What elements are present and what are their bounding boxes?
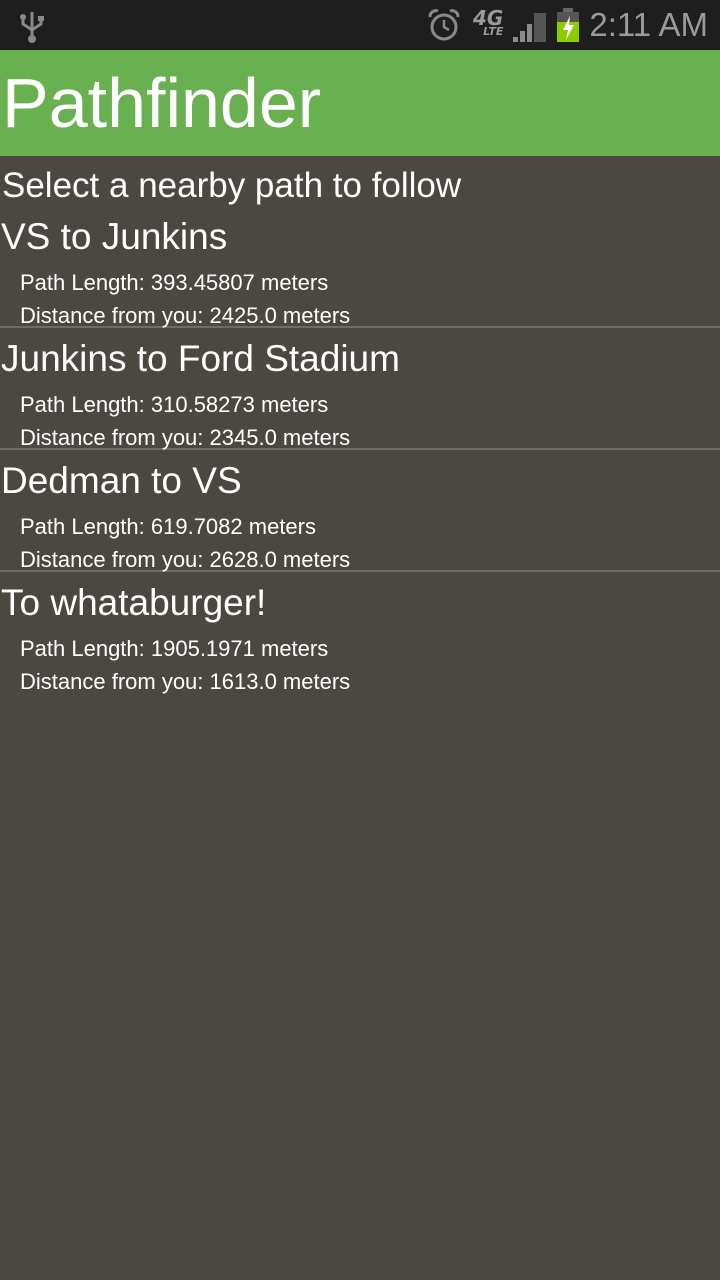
alarm-icon: [428, 9, 460, 41]
path-name: VS to Junkins: [1, 216, 228, 257]
app-title: Pathfinder: [2, 64, 322, 142]
path-length: Path Length: 619.7082 meters: [20, 514, 316, 539]
clock: 2:11 AM: [589, 6, 708, 43]
app-header: Pathfinder: [0, 50, 720, 156]
path-list: VS to Junkins Path Length: 393.45807 met…: [0, 206, 720, 694]
status-bar: 4G LTE 2:11 AM: [0, 0, 720, 50]
battery-charging-icon: [557, 8, 580, 42]
path-distance: Distance from you: 2425.0 meters: [20, 303, 351, 328]
network-label: 4G: [473, 6, 504, 30]
signal-icon: [513, 13, 547, 42]
network-sub-label: LTE: [483, 25, 504, 38]
network-type-indicator: 4G LTE: [473, 6, 504, 39]
path-name: To whataburger!: [1, 582, 267, 623]
path-list-item[interactable]: Junkins to Ford Stadium Path Length: 310…: [0, 328, 720, 450]
path-list-item[interactable]: To whataburger! Path Length: 1905.1971 m…: [0, 572, 720, 694]
usb-icon: [20, 12, 44, 43]
path-length: Path Length: 310.58273 meters: [20, 392, 329, 417]
path-distance: Distance from you: 2628.0 meters: [20, 547, 351, 572]
path-distance: Distance from you: 2345.0 meters: [20, 425, 351, 450]
path-list-item[interactable]: VS to Junkins Path Length: 393.45807 met…: [0, 206, 720, 328]
path-name: Dedman to VS: [1, 460, 242, 501]
path-length: Path Length: 393.45807 meters: [20, 270, 329, 295]
path-list-item[interactable]: Dedman to VS Path Length: 619.7082 meter…: [0, 450, 720, 572]
path-name: Junkins to Ford Stadium: [1, 338, 400, 379]
path-distance: Distance from you: 1613.0 meters: [20, 669, 351, 694]
instruction-text: Select a nearby path to follow: [2, 166, 462, 205]
path-length: Path Length: 1905.1971 meters: [20, 636, 329, 661]
